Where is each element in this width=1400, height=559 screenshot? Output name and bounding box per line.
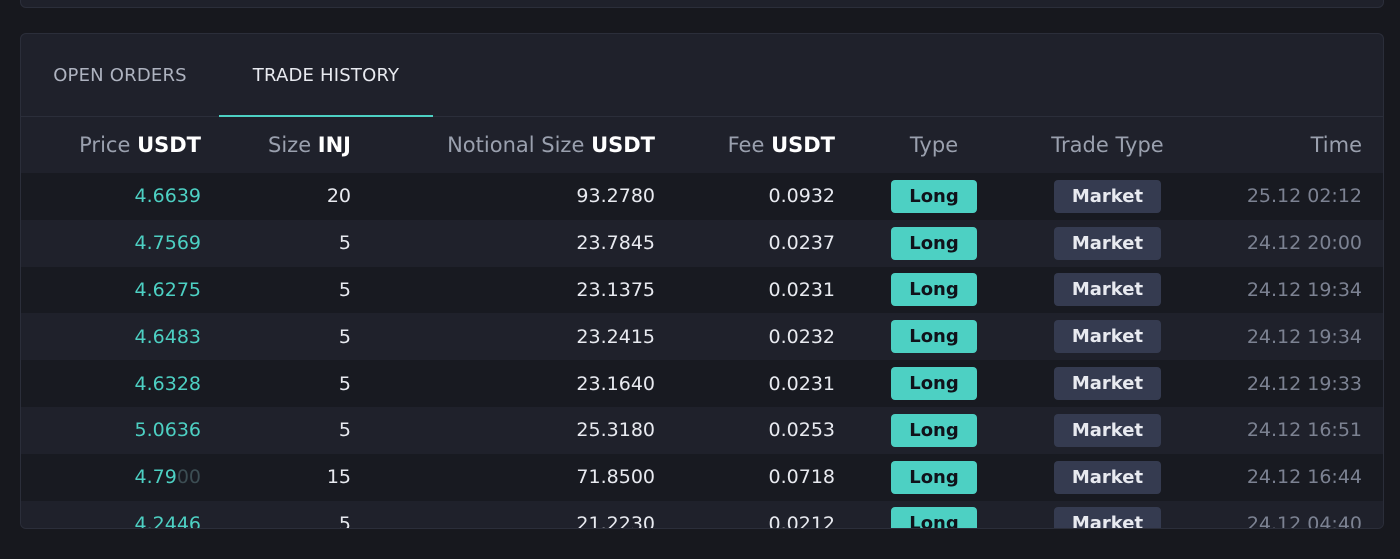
table-row: 4.6483 5 23.2415 0.0232 Long Market 24.1… [21,313,1383,361]
trade-type-cell: Market [1054,407,1161,454]
market-badge: Market [1054,179,1161,213]
fee-cell: 0.0932 [768,185,835,208]
price-cell: 4.6483 [134,325,201,348]
header-price: Price USDT [79,133,201,157]
notional-cell: 23.2415 [576,325,655,348]
market-badge: Market [1054,413,1161,447]
time-cell: 24.12 04:40 [1246,512,1362,529]
header-size: Size INJ [268,133,351,157]
notional-cell: 71.8500 [576,466,655,489]
long-badge: Long [891,273,977,307]
long-badge: Long [891,179,977,213]
fee-cell: 0.0212 [768,512,835,529]
market-badge: Market [1054,320,1161,354]
tab-bar: OPEN ORDERS TRADE HISTORY [21,34,1383,117]
table-row: 5.0636 5 25.3180 0.0253 Long Market 24.1… [21,406,1383,454]
type-cell: Long [891,173,977,220]
size-cell: 5 [338,278,351,301]
type-cell: Long [891,220,977,267]
size-cell: 5 [338,325,351,348]
trade-type-cell: Market [1054,360,1161,407]
fee-cell: 0.0231 [768,278,835,301]
trade-type-cell: Market [1054,220,1161,267]
price-cell: 4.6639 [134,185,201,208]
table-row: 4.7569 5 23.7845 0.0237 Long Market 24.1… [21,219,1383,267]
price-cell: 4.6275 [134,278,201,301]
size-cell: 15 [326,466,351,489]
price-cell: 4.2446 [134,512,201,529]
fee-cell: 0.0231 [768,372,835,395]
trade-panel: OPEN ORDERS TRADE HISTORY Price USDT Siz… [20,33,1384,529]
time-cell: 24.12 19:34 [1246,278,1362,301]
long-badge: Long [891,367,977,401]
header-type: Type [909,133,959,157]
long-badge: Long [891,460,977,494]
trade-type-cell: Market [1054,173,1161,220]
notional-cell: 25.3180 [576,419,655,442]
trade-type-cell: Market [1054,267,1161,314]
top-panel [20,0,1384,8]
price-cell: 5.0636 [134,419,201,442]
tab-open-orders[interactable]: OPEN ORDERS [21,34,219,116]
time-cell: 24.12 16:44 [1246,466,1362,489]
price-cell: 4.7569 [134,232,201,255]
table-body: 4.6639 20 93.2780 0.0932 Long Market 25.… [21,173,1383,529]
type-cell: Long [891,407,977,454]
market-badge: Market [1054,273,1161,307]
trade-history-table: Price USDT Size INJ Notional Size USDT F… [21,117,1383,529]
notional-cell: 93.2780 [576,185,655,208]
header-fee: Fee USDT [727,133,835,157]
table-header: Price USDT Size INJ Notional Size USDT F… [21,117,1383,173]
header-trade-type: Trade Type [1051,133,1164,157]
table-row: 4.6328 5 23.1640 0.0231 Long Market 24.1… [21,360,1383,407]
table-row: 4.2446 5 21.2230 0.0212 Long Market 24.1… [21,500,1383,529]
fee-cell: 0.0232 [768,325,835,348]
size-cell: 5 [338,232,351,255]
time-cell: 24.12 20:00 [1246,232,1362,255]
time-cell: 25.12 02:12 [1246,185,1362,208]
fee-cell: 0.0718 [768,466,835,489]
market-badge: Market [1054,367,1161,401]
long-badge: Long [891,507,977,528]
time-cell: 24.12 19:34 [1246,325,1362,348]
long-badge: Long [891,413,977,447]
time-cell: 24.12 16:51 [1246,419,1362,442]
type-cell: Long [891,501,977,528]
size-cell: 5 [338,512,351,529]
type-cell: Long [891,454,977,501]
type-cell: Long [891,313,977,360]
size-cell: 5 [338,419,351,442]
time-cell: 24.12 19:33 [1246,372,1362,395]
trade-type-cell: Market [1054,501,1161,528]
fee-cell: 0.0253 [768,419,835,442]
long-badge: Long [891,320,977,354]
header-notional-size: Notional Size USDT [447,133,655,157]
market-badge: Market [1054,460,1161,494]
notional-cell: 23.7845 [576,232,655,255]
market-badge: Market [1054,507,1161,528]
type-cell: Long [891,267,977,314]
long-badge: Long [891,226,977,260]
size-cell: 5 [338,372,351,395]
notional-cell: 23.1375 [576,278,655,301]
price-cell: 4.79 00 [134,466,202,489]
table-row: 4.6639 20 93.2780 0.0932 Long Market 25.… [21,173,1383,220]
trade-type-cell: Market [1054,313,1161,360]
size-cell: 20 [326,185,351,208]
table-row: 4.6275 5 23.1375 0.0231 Long Market 24.1… [21,266,1383,314]
fee-cell: 0.0237 [768,232,835,255]
trade-type-cell: Market [1054,454,1161,501]
type-cell: Long [891,360,977,407]
notional-cell: 21.2230 [576,512,655,529]
tab-trade-history[interactable]: TRADE HISTORY [219,34,433,117]
header-time: Time [1310,133,1362,157]
table-row: 4.79 00 15 71.8500 0.0718 Long Market 24.… [21,453,1383,501]
market-badge: Market [1054,226,1161,260]
notional-cell: 23.1640 [576,372,655,395]
price-cell: 4.6328 [134,372,201,395]
